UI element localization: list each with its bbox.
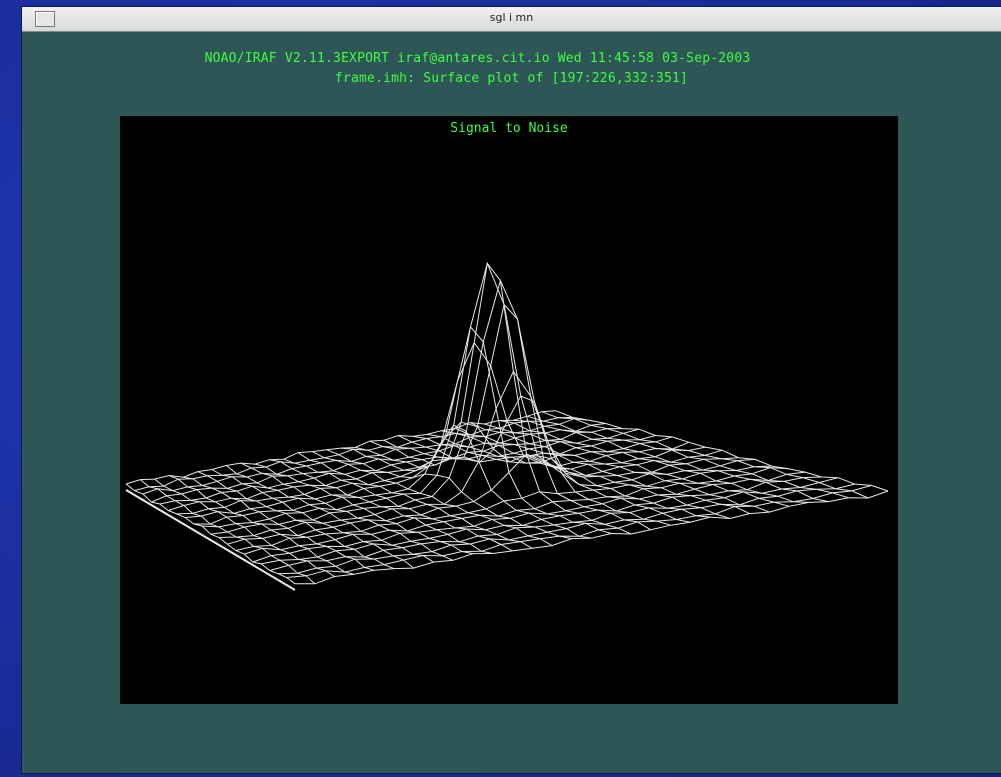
mesh-column-line xyxy=(283,458,513,552)
mesh-column-line xyxy=(139,479,316,585)
surface-mesh xyxy=(125,261,889,591)
iraf-version-line: NOAO/IRAF V2.11.3EXPORT iraf@antares.cit… xyxy=(204,51,751,66)
mesh-row-line xyxy=(261,476,822,565)
window-titlebar[interactable]: sgl i mn xyxy=(22,7,1001,32)
plot-subtitle: frame.imh: Surface plot of [197:226,332:… xyxy=(334,71,689,86)
mesh-row-line xyxy=(295,490,889,585)
plot-area: Signal to Noise xyxy=(120,116,898,704)
mesh-row-line xyxy=(286,484,872,578)
surface-plot xyxy=(125,261,889,591)
plot-title: Signal to Noise xyxy=(450,121,568,136)
mesh-column-line xyxy=(527,415,849,499)
mesh-column-line xyxy=(455,428,750,515)
iraf-graphics-window: sgl i mn NOAO/IRAF V2.11.3EXPORT iraf@an… xyxy=(22,7,1001,773)
mesh-column-line xyxy=(512,419,829,503)
base-edge-line xyxy=(125,489,296,591)
mesh-column-line xyxy=(383,303,652,531)
window-title: sgl i mn xyxy=(489,11,534,24)
